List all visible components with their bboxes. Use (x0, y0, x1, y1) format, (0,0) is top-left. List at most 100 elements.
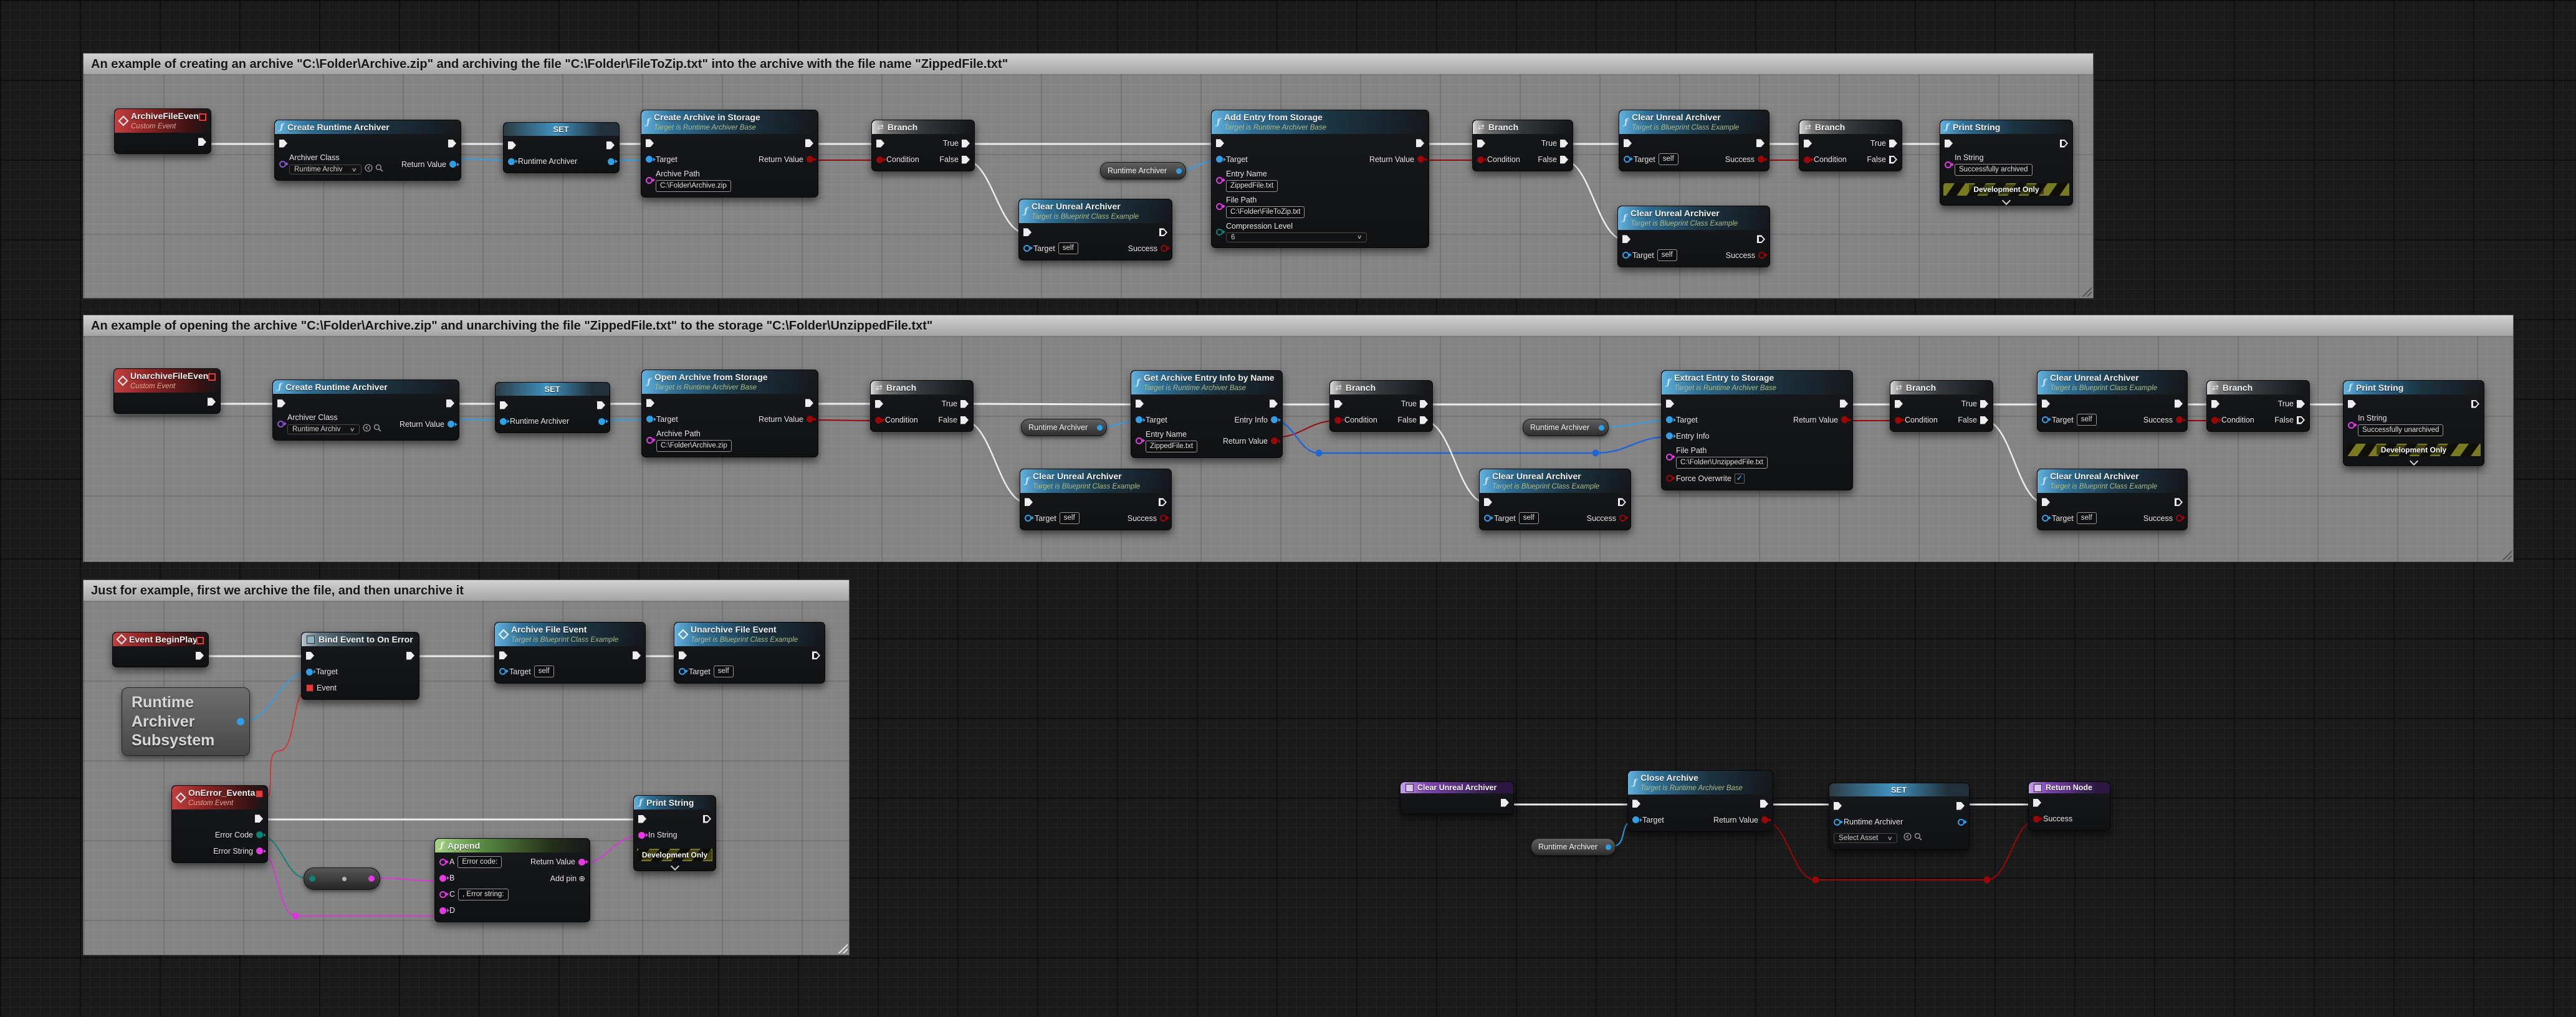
exec-pin[interactable] (255, 814, 263, 823)
exec-pin[interactable] (208, 398, 216, 406)
extract-entry-to-storage[interactable]: ƒExtract Entry to StorageTarget is Runti… (1661, 370, 1853, 490)
bind-event-to-on-error[interactable]: Bind Event to On ErrorTargetEvent (301, 632, 419, 700)
node-header[interactable]: ƒCreate Archive in StorageTarget is Runt… (641, 110, 818, 134)
runtime-archiver-var-4[interactable]: Runtime Archiver (1531, 838, 1616, 856)
value-box[interactable]: ZippedFile.txt (1226, 180, 1278, 192)
wire-reroute-dot[interactable] (1984, 877, 1991, 884)
data-pin[interactable] (1271, 416, 1278, 423)
data-pin[interactable] (1334, 417, 1341, 424)
return-node[interactable]: Return NodeSuccess (2028, 781, 2110, 831)
data-pin[interactable] (1477, 156, 1484, 163)
value-box[interactable]: C:\Folder\Archive.zip (656, 440, 732, 452)
onerror-event[interactable]: OnError_EventaCustom EventError CodeErro… (171, 785, 268, 863)
value-box[interactable]: , Error string: (458, 889, 508, 900)
exec-pin[interactable] (1889, 140, 1897, 148)
close-archive[interactable]: ƒClose ArchiveTarget is Runtime Archiver… (1627, 770, 1773, 832)
value-box[interactable]: self (1058, 242, 1078, 254)
data-pin[interactable] (1758, 252, 1765, 259)
exec-pin[interactable] (1666, 399, 1674, 408)
node-header[interactable]: ƒExtract Entry to StorageTarget is Runti… (1662, 371, 1852, 394)
node-header[interactable]: ⇄Branch (872, 120, 974, 134)
use-default-icon[interactable] (363, 424, 371, 435)
exec-pin[interactable] (1159, 498, 1167, 506)
data-pin[interactable] (1417, 156, 1424, 163)
exec-pin[interactable] (805, 139, 813, 147)
set-runtime-archiver-1[interactable]: SETRuntime Archiver (503, 122, 620, 173)
exec-pin[interactable] (508, 141, 516, 150)
clear-unreal-archiver-b[interactable]: ƒClear Unreal ArchiverTarget is Blueprin… (1619, 110, 1769, 171)
exec-pin[interactable] (1136, 399, 1144, 408)
get-archive-entry-info-by-name[interactable]: ƒGet Archive Entry Info by NameTarget is… (1131, 370, 1283, 458)
node-header[interactable]: ƒClear Unreal ArchiverTarget is Blueprin… (1480, 469, 1630, 493)
exec-pin[interactable] (876, 140, 884, 148)
comment-header[interactable]: An example of opening the archive "C:\Fo… (83, 315, 2514, 337)
node-header[interactable]: ⇄Branch (1890, 381, 1993, 394)
create-runtime-archiver-2[interactable]: ƒCreate Runtime ArchiverArchiver ClassRu… (272, 380, 459, 441)
data-pin[interactable] (1758, 156, 1764, 163)
node-header[interactable]: Archive File EventTarget is Blueprint Cl… (495, 623, 645, 646)
exec-pin[interactable] (962, 156, 970, 164)
node-header[interactable]: ⇄Branch (2207, 381, 2309, 394)
node-header[interactable]: Event BeginPlay (113, 633, 208, 646)
output-pin[interactable] (1176, 168, 1182, 174)
data-pin[interactable] (439, 891, 446, 898)
node-header[interactable]: Bind Event to On Error (302, 633, 419, 646)
node-header[interactable]: SET (1829, 783, 1969, 796)
exec-pin[interactable] (2175, 399, 2183, 408)
dropdown[interactable]: Runtime Archiv∨ (289, 165, 362, 174)
data-pin[interactable] (277, 421, 284, 427)
delegate-pin[interactable] (306, 684, 314, 692)
exec-pin[interactable] (406, 652, 414, 660)
exec-pin[interactable] (960, 416, 969, 424)
value-box[interactable]: Successfully archived (1955, 164, 2033, 176)
node-header[interactable]: ƒPrint String (1940, 120, 2072, 134)
data-pin[interactable] (1841, 416, 1848, 423)
exec-pin[interactable] (1834, 802, 1842, 810)
exec-pin[interactable] (1624, 139, 1632, 147)
data-pin[interactable] (1216, 156, 1223, 163)
byte-to-string-convert[interactable] (304, 867, 380, 890)
data-pin[interactable] (646, 177, 653, 184)
data-pin[interactable] (876, 156, 883, 163)
exec-pin[interactable] (1895, 400, 1903, 408)
exec-pin[interactable] (1270, 399, 1278, 408)
data-pin[interactable] (1761, 816, 1768, 823)
data-pin[interactable] (1136, 416, 1142, 423)
node-header[interactable]: SET (504, 123, 619, 136)
dropdown[interactable]: 6∨ (1226, 232, 1367, 242)
exec-pin[interactable] (448, 140, 456, 148)
value-box[interactable]: C:\Folder\FileToZip.txt (1226, 206, 1305, 218)
value-box[interactable]: ZippedFile.txt (1146, 441, 1197, 452)
data-pin[interactable] (439, 859, 446, 866)
data-pin[interactable] (1666, 416, 1673, 423)
value-box[interactable]: self (1659, 153, 1678, 165)
data-pin[interactable] (1632, 816, 1639, 823)
exec-pin[interactable] (638, 815, 646, 823)
data-pin[interactable] (2042, 515, 2049, 522)
exec-pin[interactable] (306, 652, 314, 660)
data-pin[interactable] (448, 421, 454, 427)
print-string-a[interactable]: ƒPrint StringIn StringSuccessfully archi… (1940, 120, 2073, 206)
exec-pin[interactable] (606, 141, 615, 150)
exec-pin[interactable] (196, 652, 204, 660)
data-pin[interactable] (500, 418, 507, 425)
exec-pin[interactable] (960, 400, 969, 408)
exec-pin[interactable] (2060, 140, 2068, 148)
data-pin[interactable] (1136, 437, 1142, 444)
branch-1[interactable]: ⇄BranchTrueConditionFalse (871, 120, 975, 171)
data-pin[interactable] (1958, 819, 1965, 826)
create-runtime-archiver-1[interactable]: ƒCreate Runtime ArchiverArchiver ClassRu… (274, 120, 461, 181)
exec-pin[interactable] (279, 140, 287, 148)
exec-pin[interactable] (1840, 399, 1848, 408)
branch-5[interactable]: ⇄BranchTrueConditionFalse (1329, 380, 1433, 432)
data-pin[interactable] (1619, 515, 1626, 522)
exec-pin[interactable] (1560, 156, 1568, 164)
data-pin[interactable] (1622, 252, 1629, 259)
exec-pin[interactable] (1889, 156, 1897, 164)
node-header[interactable]: ƒClear Unreal ArchiverTarget is Blueprin… (1019, 199, 1172, 223)
node-header[interactable]: OnError_EventaCustom Event (172, 786, 267, 809)
data-pin[interactable] (256, 848, 263, 854)
search-icon[interactable] (375, 164, 383, 175)
chevron-down-icon[interactable] (670, 862, 679, 871)
exec-pin[interactable] (1416, 139, 1424, 147)
